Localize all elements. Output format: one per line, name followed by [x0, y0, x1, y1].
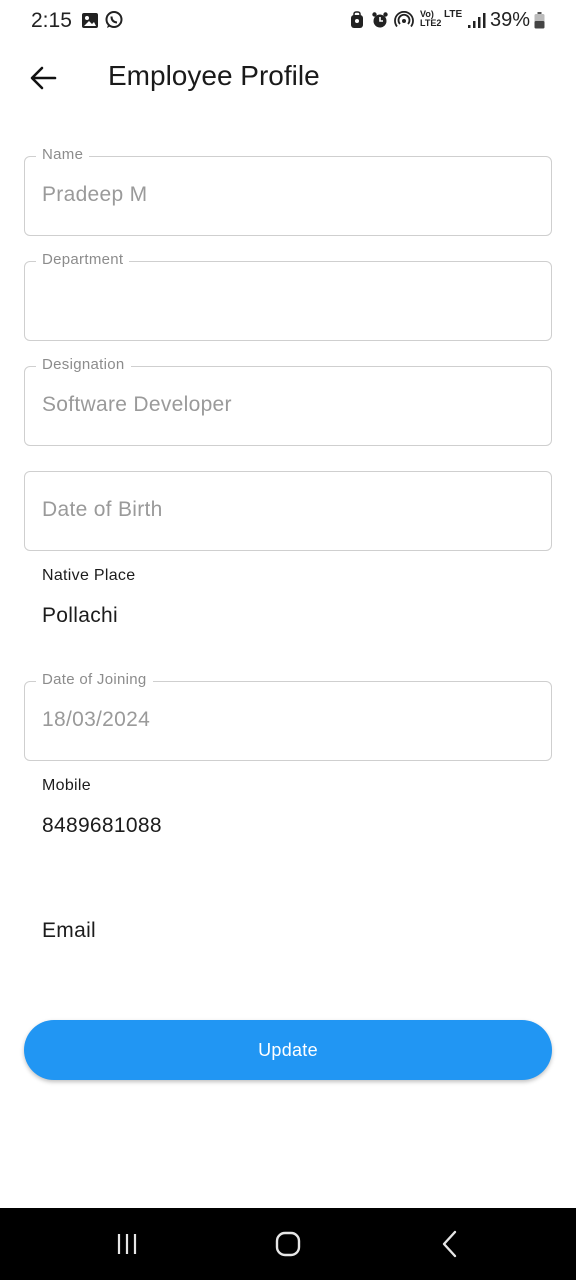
home-button[interactable] — [268, 1226, 308, 1262]
alarm-icon — [370, 10, 390, 30]
whatsapp-notification-icon — [104, 10, 124, 30]
system-back-button[interactable] — [430, 1226, 470, 1262]
update-button-label: Update — [258, 1039, 318, 1060]
name-label: Name — [36, 146, 90, 163]
arrow-left-icon — [30, 66, 57, 90]
signal-icon — [468, 12, 486, 29]
back-icon — [442, 1230, 457, 1258]
gallery-notification-icon — [80, 10, 100, 30]
recent-apps-button[interactable] — [107, 1226, 147, 1262]
home-icon — [275, 1231, 301, 1257]
recent-apps-icon — [117, 1234, 137, 1254]
native-place-value: Pollachi — [42, 604, 118, 627]
department-field[interactable]: Department — [24, 251, 552, 341]
designation-value: Software Developer — [42, 393, 232, 416]
page-title: Employee Profile — [108, 60, 320, 91]
department-label: Department — [36, 251, 130, 268]
name-value: Pradeep M — [42, 183, 148, 206]
update-button[interactable]: Update — [24, 1020, 552, 1080]
name-field[interactable]: Name Pradeep M — [24, 146, 552, 236]
battery-percent: 39% — [490, 9, 531, 31]
lte-indicator: LTE — [444, 9, 463, 20]
date-of-joining-label: Date of Joining — [36, 671, 153, 688]
designation-label: Designation — [36, 356, 131, 373]
mobile-label: Mobile — [42, 777, 91, 794]
status-time: 2:15 — [31, 9, 72, 32]
date-of-joining-value: 18/03/2024 — [42, 708, 151, 731]
battery-icon — [534, 12, 545, 29]
navigation-bar — [0, 1208, 576, 1280]
hotspot-icon — [394, 10, 414, 30]
email-label: Email — [42, 919, 97, 942]
native-place-label: Native Place — [42, 567, 136, 584]
back-button[interactable] — [24, 58, 62, 98]
date-of-birth-placeholder: Date of Birth — [42, 498, 163, 521]
date-of-birth-field[interactable]: Date of Birth — [24, 471, 552, 551]
mobile-value: 8489681088 — [42, 814, 162, 837]
lock-icon — [348, 10, 366, 30]
designation-field[interactable]: Designation Software Developer — [24, 356, 552, 446]
date-of-joining-field[interactable]: Date of Joining 18/03/2024 — [24, 671, 552, 761]
volte-indicator: Vo) LTE2 — [420, 9, 442, 28]
status-bar: 2:15 Vo) LTE2 LTE 39% — [0, 0, 576, 42]
